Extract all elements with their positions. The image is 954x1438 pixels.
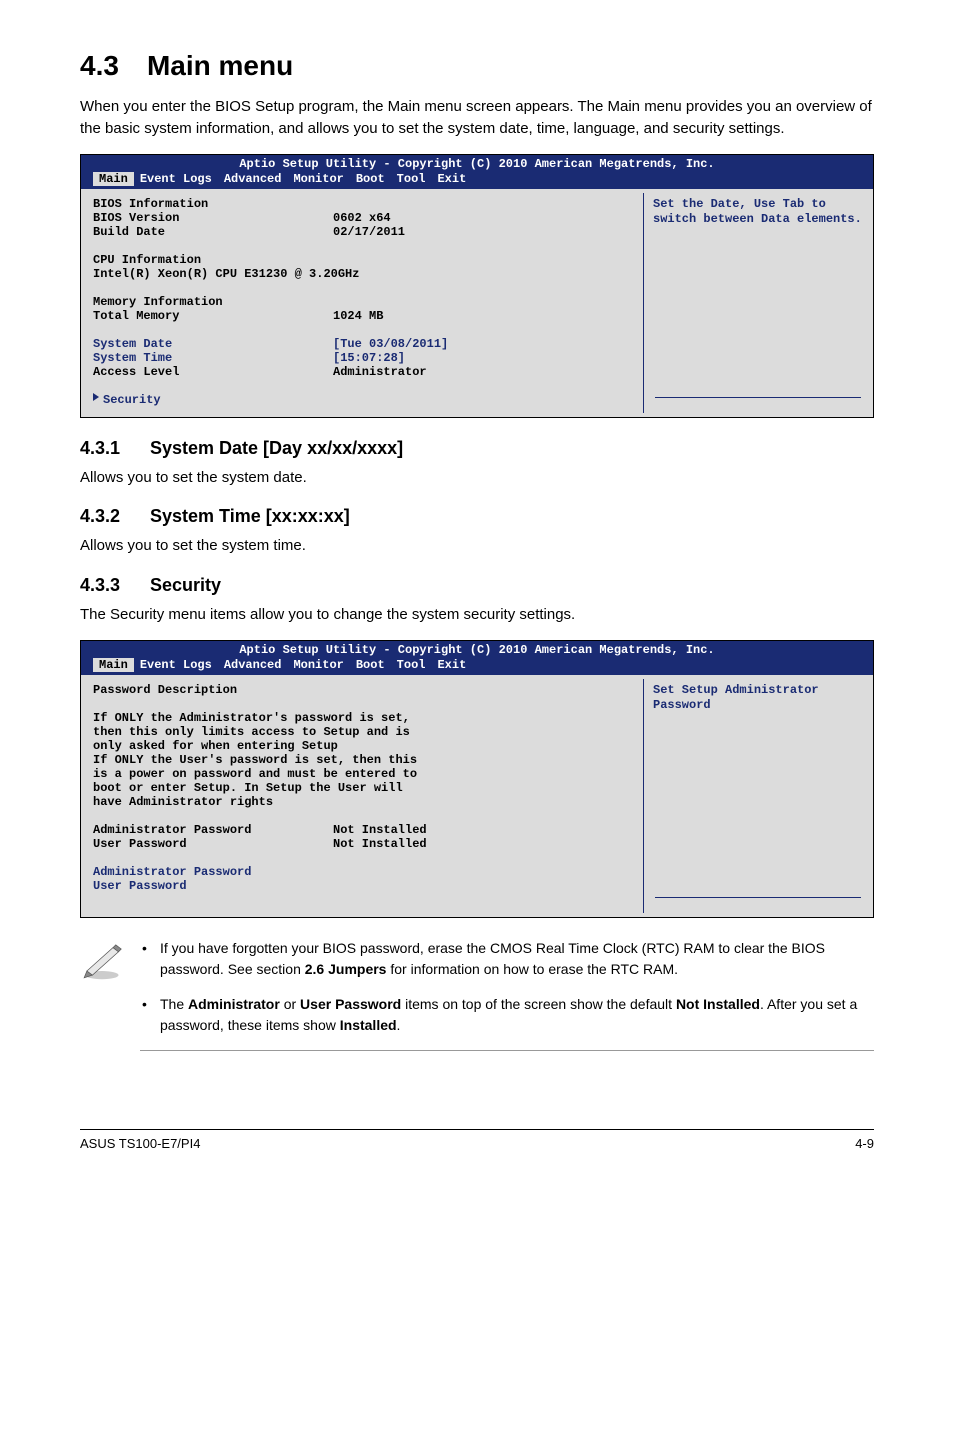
system-time-value[interactable]: [15:07:28] bbox=[333, 351, 405, 365]
mem-info-heading: Memory Information bbox=[93, 295, 631, 309]
note-icon bbox=[80, 938, 124, 987]
tab-advanced[interactable]: Advanced bbox=[218, 658, 288, 672]
total-memory-value: 1024 MB bbox=[333, 309, 383, 323]
note-item: If you have forgotten your BIOS password… bbox=[160, 938, 874, 980]
system-date-value[interactable]: [Tue 03/08/2011] bbox=[333, 337, 448, 351]
bios-header-title: Aptio Setup Utility - Copyright (C) 2010… bbox=[81, 156, 873, 172]
bios-tabs: Main Event Logs Advanced Monitor Boot To… bbox=[81, 172, 873, 189]
cpu-info-line: Intel(R) Xeon(R) CPU E31230 @ 3.20GHz bbox=[93, 267, 631, 281]
cpu-info-heading: CPU Information bbox=[93, 253, 631, 267]
bios-body: BIOS Information BIOS Version 0602 x64 B… bbox=[81, 189, 873, 417]
tab-boot[interactable]: Boot bbox=[350, 658, 391, 672]
tab-monitor[interactable]: Monitor bbox=[287, 658, 349, 672]
subsection-text-security: The Security menu items allow you to cha… bbox=[80, 604, 874, 626]
bios-version-value: 0602 x64 bbox=[333, 211, 391, 225]
section-heading: 4.3 Main menu bbox=[80, 50, 874, 82]
user-password-value: Not Installed bbox=[333, 837, 427, 851]
system-date-label[interactable]: System Date bbox=[93, 337, 333, 351]
bios-screenshot-main: Aptio Setup Utility - Copyright (C) 2010… bbox=[80, 154, 874, 418]
bios-header: Aptio Setup Utility - Copyright (C) 2010… bbox=[81, 155, 873, 189]
note-block: If you have forgotten your BIOS password… bbox=[80, 938, 874, 1069]
footer-left: ASUS TS100-E7/PI4 bbox=[80, 1136, 200, 1151]
subsection-title: Security bbox=[150, 575, 221, 595]
bios-header-title: Aptio Setup Utility - Copyright (C) 2010… bbox=[81, 642, 873, 658]
page-footer: ASUS TS100-E7/PI4 4-9 bbox=[80, 1129, 874, 1151]
subsection-num: 4.3.1 bbox=[80, 438, 150, 459]
bios-screenshot-security: Aptio Setup Utility - Copyright (C) 2010… bbox=[80, 640, 874, 918]
security-menu-item[interactable]: Security bbox=[93, 393, 631, 407]
bios-help-pane: Set the Date, Use Tab to switch between … bbox=[643, 189, 873, 417]
tab-event-logs[interactable]: Event Logs bbox=[134, 172, 218, 186]
subsection-num: 4.3.3 bbox=[80, 575, 150, 596]
bios-help-pane: Set Setup Administrator Password bbox=[643, 675, 873, 917]
section-title-text: Main menu bbox=[147, 50, 293, 81]
help-divider bbox=[655, 397, 861, 413]
subsection-heading-security: 4.3.3Security bbox=[80, 575, 874, 596]
subsection-heading-date: 4.3.1System Date [Day xx/xx/xxxx] bbox=[80, 438, 874, 459]
system-time-label[interactable]: System Time bbox=[93, 351, 333, 365]
subsection-heading-time: 4.3.2System Time [xx:xx:xx] bbox=[80, 506, 874, 527]
password-desc-body: If ONLY the Administrator's password is … bbox=[93, 711, 631, 809]
tab-main[interactable]: Main bbox=[93, 658, 134, 672]
tab-boot[interactable]: Boot bbox=[350, 172, 391, 186]
bios-body: Password Description If ONLY the Adminis… bbox=[81, 675, 873, 917]
admin-password-value: Not Installed bbox=[333, 823, 427, 837]
section-intro: When you enter the BIOS Setup program, t… bbox=[80, 96, 874, 140]
subsection-num: 4.3.2 bbox=[80, 506, 150, 527]
subsection-text-time: Allows you to set the system time. bbox=[80, 535, 874, 557]
build-date-label: Build Date bbox=[93, 225, 333, 239]
bios-left-pane: BIOS Information BIOS Version 0602 x64 B… bbox=[81, 189, 643, 417]
section-number: 4.3 bbox=[80, 50, 119, 81]
bios-header: Aptio Setup Utility - Copyright (C) 2010… bbox=[81, 641, 873, 675]
bios-left-pane: Password Description If ONLY the Adminis… bbox=[81, 675, 643, 917]
tab-exit[interactable]: Exit bbox=[431, 658, 472, 672]
triangle-icon bbox=[93, 393, 99, 401]
help-divider bbox=[655, 897, 861, 913]
tab-tool[interactable]: Tool bbox=[391, 658, 432, 672]
tab-event-logs[interactable]: Event Logs bbox=[134, 658, 218, 672]
bios-tabs: Main Event Logs Advanced Monitor Boot To… bbox=[81, 658, 873, 675]
build-date-value: 02/17/2011 bbox=[333, 225, 405, 239]
security-label: Security bbox=[103, 393, 161, 407]
tab-tool[interactable]: Tool bbox=[391, 172, 432, 186]
footer-right: 4-9 bbox=[855, 1136, 874, 1151]
password-desc-heading: Password Description bbox=[93, 683, 631, 697]
bios-help-text: Set Setup Administrator Password bbox=[653, 683, 863, 713]
tab-advanced[interactable]: Advanced bbox=[218, 172, 288, 186]
access-level-value: Administrator bbox=[333, 365, 427, 379]
bios-version-label: BIOS Version bbox=[93, 211, 333, 225]
admin-password-label: Administrator Password bbox=[93, 823, 333, 837]
user-password-item[interactable]: User Password bbox=[93, 879, 631, 893]
note-item: The Administrator or User Password items… bbox=[160, 994, 874, 1036]
bios-info-heading: BIOS Information bbox=[93, 197, 631, 211]
bios-help-text: Set the Date, Use Tab to switch between … bbox=[653, 197, 863, 227]
tab-main[interactable]: Main bbox=[93, 172, 134, 186]
total-memory-label: Total Memory bbox=[93, 309, 333, 323]
tab-monitor[interactable]: Monitor bbox=[287, 172, 349, 186]
tab-exit[interactable]: Exit bbox=[431, 172, 472, 186]
note-divider bbox=[140, 1050, 874, 1051]
admin-password-item[interactable]: Administrator Password bbox=[93, 865, 631, 879]
note-content: If you have forgotten your BIOS password… bbox=[140, 938, 874, 1055]
access-level-label: Access Level bbox=[93, 365, 333, 379]
subsection-title: System Time [xx:xx:xx] bbox=[150, 506, 350, 526]
user-password-label: User Password bbox=[93, 837, 333, 851]
subsection-text-date: Allows you to set the system date. bbox=[80, 467, 874, 489]
subsection-title: System Date [Day xx/xx/xxxx] bbox=[150, 438, 403, 458]
